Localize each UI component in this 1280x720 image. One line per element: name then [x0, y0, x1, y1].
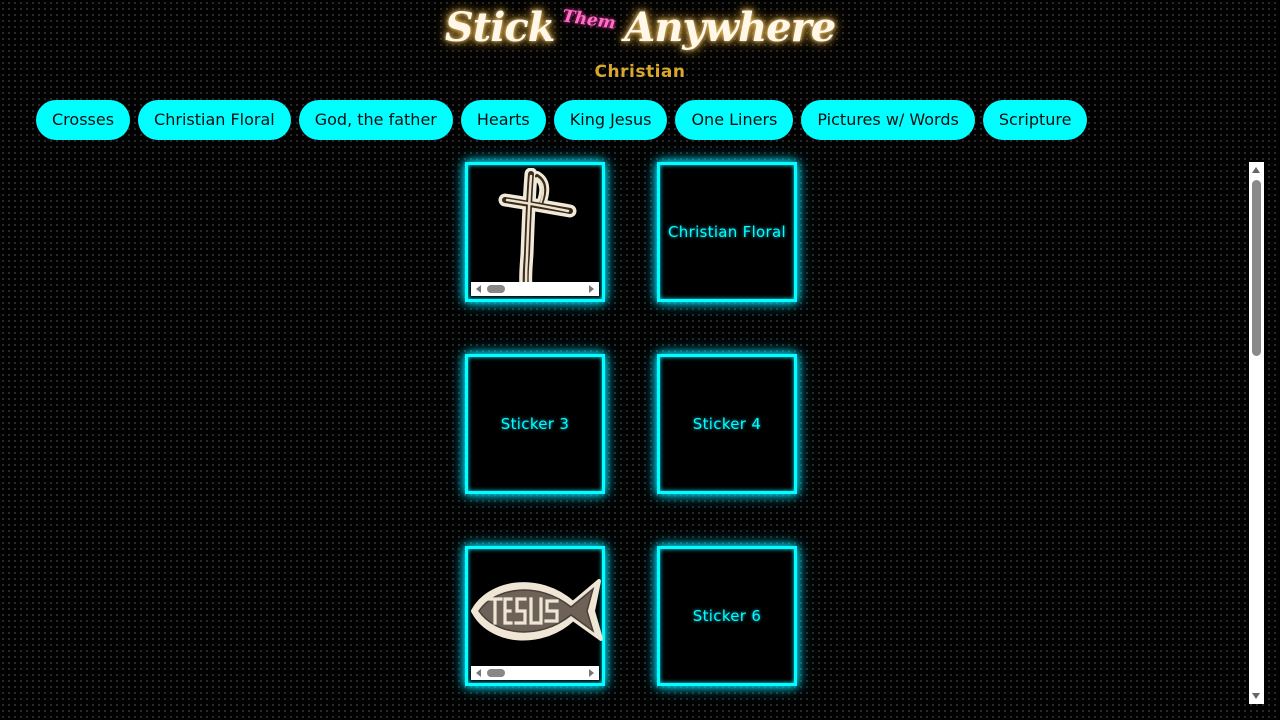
- scroll-thumb[interactable]: [487, 669, 505, 677]
- logo-word-them: Them: [561, 6, 618, 34]
- logo-word-stick: Stick: [444, 4, 556, 51]
- sticker-card-4[interactable]: Sticker 4: [657, 354, 797, 494]
- sticker-label: Sticker 4: [692, 415, 762, 433]
- nav-crosses[interactable]: Crosses: [36, 100, 131, 140]
- sticker-label: Christian Floral: [668, 223, 786, 241]
- page-vertical-scrollbar[interactable]: [1249, 162, 1264, 704]
- nav-scripture[interactable]: Scripture: [982, 100, 1088, 140]
- category-subtitle: Christian: [594, 62, 686, 82]
- sticker-card-5[interactable]: [465, 546, 605, 686]
- nav-god-the-father[interactable]: God, the father: [298, 100, 453, 140]
- scroll-down-arrow-icon[interactable]: [1252, 693, 1260, 699]
- category-nav: Crosses Christian Floral God, the father…: [36, 100, 1088, 140]
- scroll-left-arrow-icon[interactable]: [476, 669, 481, 677]
- scroll-thumb[interactable]: [487, 285, 505, 293]
- scroll-left-arrow-icon[interactable]: [476, 285, 481, 293]
- sticker-card-3[interactable]: Sticker 3: [465, 354, 605, 494]
- sticker-card-1[interactable]: [465, 162, 605, 302]
- site-header: Stick Them Anywhere Christian: [0, 0, 1280, 90]
- sticker-card-2[interactable]: Christian Floral: [657, 162, 797, 302]
- logo-word-anywhere: Anywhere: [624, 4, 836, 51]
- scroll-right-arrow-icon[interactable]: [589, 285, 594, 293]
- sticker-card-6[interactable]: Sticker 6: [657, 546, 797, 686]
- site-logo[interactable]: Stick Them Anywhere: [0, 4, 1280, 51]
- nav-pictures-with-words[interactable]: Pictures w/ Words: [801, 100, 975, 140]
- nav-hearts[interactable]: Hearts: [460, 100, 546, 140]
- sticker-label: Sticker 3: [500, 415, 570, 433]
- nav-one-liners[interactable]: One Liners: [675, 100, 794, 140]
- cross-sticker-image: [471, 168, 599, 289]
- sticker-label: Sticker 6: [692, 607, 762, 625]
- jesus-fish-sticker-image: [469, 569, 603, 649]
- nav-king-jesus[interactable]: King Jesus: [553, 100, 668, 140]
- sticker-1-horizontal-scrollbar[interactable]: [471, 282, 599, 296]
- sticker-grid: Christian Floral Sticker 3 Sticker 4 Sti…: [464, 162, 804, 692]
- scroll-up-arrow-icon[interactable]: [1252, 167, 1260, 173]
- scroll-right-arrow-icon[interactable]: [589, 669, 594, 677]
- sticker-5-horizontal-scrollbar[interactable]: [471, 666, 599, 680]
- scroll-thumb[interactable]: [1252, 180, 1261, 356]
- nav-christian-floral[interactable]: Christian Floral: [138, 100, 291, 140]
